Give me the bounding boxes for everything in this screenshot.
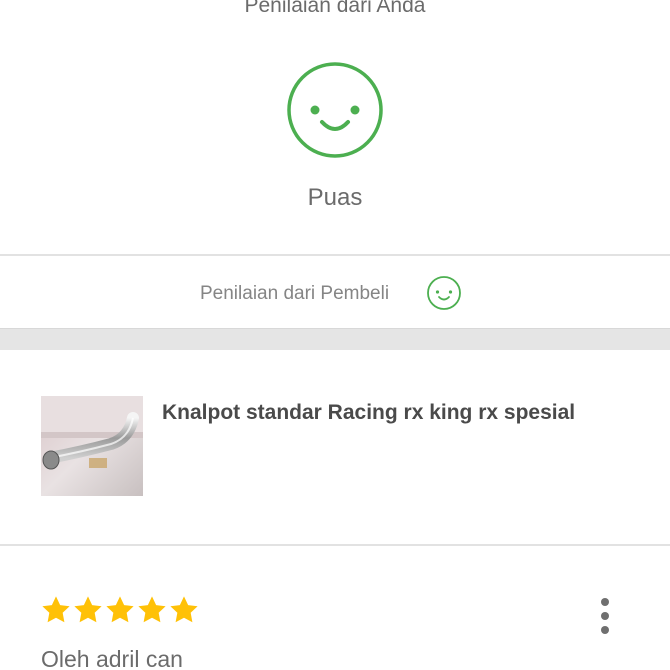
product-row[interactable]: Knalpot standar Racing rx king rx spesia… bbox=[0, 350, 670, 544]
reviewer-name: Oleh adril can bbox=[41, 646, 183, 670]
review-section: Oleh adril can bbox=[0, 546, 670, 670]
exhaust-pipe-photo bbox=[41, 396, 143, 496]
rating-value-label: Puas bbox=[307, 184, 363, 211]
smiley-happy-icon bbox=[427, 276, 461, 310]
star-icon bbox=[106, 596, 134, 623]
star-icon bbox=[74, 596, 102, 623]
buyer-rating-label: Penilaian dari Pembeli bbox=[200, 283, 390, 304]
seller-rating-section: Penilaian dari Anda Puas bbox=[0, 0, 670, 254]
star-icon bbox=[42, 596, 70, 623]
section-separator bbox=[0, 328, 670, 351]
product-name-link[interactable]: Knalpot standar Racing rx king rx spesia… bbox=[162, 401, 575, 425]
more-vertical-icon[interactable] bbox=[590, 596, 620, 636]
smiley-happy-icon bbox=[287, 62, 383, 158]
product-thumbnail[interactable] bbox=[41, 396, 143, 496]
review-page: Penilaian dari Anda Puas Penilaian dari … bbox=[0, 0, 670, 670]
seller-rating-title: Penilaian dari Anda bbox=[244, 0, 426, 17]
star-icon bbox=[170, 596, 198, 623]
star-rating bbox=[40, 594, 200, 628]
buyer-rating-section: Penilaian dari Pembeli bbox=[0, 256, 670, 328]
star-icon bbox=[138, 596, 166, 623]
